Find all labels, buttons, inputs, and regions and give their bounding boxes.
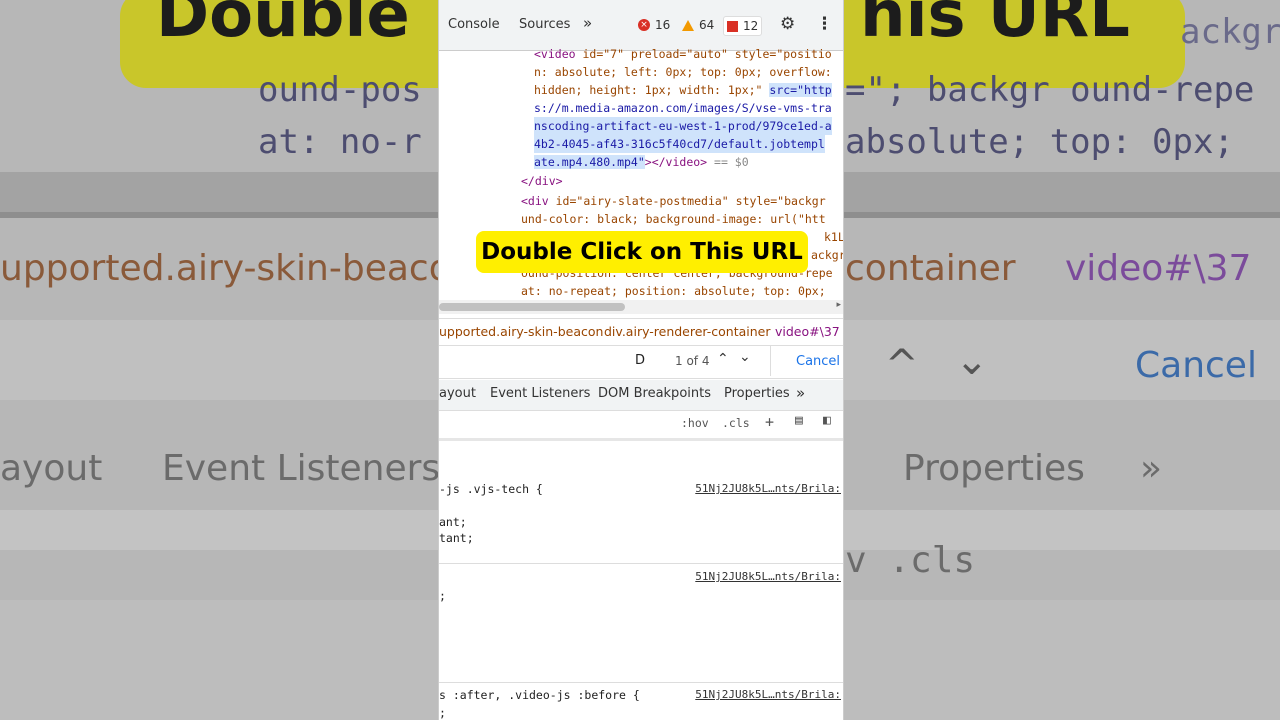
errors-count: 16 xyxy=(655,18,671,32)
dom-line-src-url[interactable]: s://m.media-amazon.com/images/S/vse-vms-… xyxy=(534,99,832,117)
add-rule-icon[interactable]: + xyxy=(765,413,774,431)
dom-line[interactable]: at: no-repeat; position: absolute; top: … xyxy=(521,282,826,300)
settings-gear-icon[interactable]: ⚙ xyxy=(780,14,795,34)
styles-toolbar: :hov .cls + ▤ ◧ xyxy=(439,412,843,436)
background-toolbar: v .cls xyxy=(845,540,976,581)
more-subtabs-icon[interactable]: » xyxy=(796,384,805,402)
tab-console[interactable]: Console xyxy=(448,17,500,32)
dom-line-video-open[interactable]: <video id="7" preload="auto" style="posi… xyxy=(534,45,832,63)
background-breadcrumb: container xyxy=(845,248,1016,289)
subtab-event-listeners[interactable]: Event Listeners xyxy=(490,386,590,401)
errors-badge[interactable]: × 16 xyxy=(635,16,673,34)
class-toggle[interactable]: .cls xyxy=(722,416,750,430)
dom-line-div-open[interactable]: <div id="airy-slate-postmedia" style="ba… xyxy=(521,192,826,210)
subtab-layout[interactable]: ayout xyxy=(439,386,476,401)
background-breadcrumb: video#\37 xyxy=(1065,248,1252,289)
background-banner-left-text: Double xyxy=(156,0,410,52)
issues-count: 12 xyxy=(743,19,759,33)
tab-sources[interactable]: Sources xyxy=(519,17,570,32)
search-result-count: 1 of 4 xyxy=(675,354,710,368)
scrollbar-thumb[interactable] xyxy=(439,303,625,311)
rule-declaration[interactable]: ; xyxy=(439,587,446,605)
search-input[interactable]: D xyxy=(635,353,645,368)
error-icon: × xyxy=(638,19,650,31)
breadcrumb-item[interactable]: upported.airy-skin-beacon xyxy=(439,324,603,339)
background-subtab: Event Listeners xyxy=(162,448,441,489)
rule-declaration[interactable]: ; xyxy=(439,704,446,720)
subtab-properties[interactable]: Properties xyxy=(724,386,790,401)
background-code-line: absolute; top: 0px; xyxy=(845,122,1234,162)
search-bar: D 1 of 4 ⌃ ⌄ Cancel xyxy=(439,346,843,379)
devtools-panel: Console Sources » × 16 64 12 ⚙ ⋮ <video … xyxy=(438,0,844,720)
horizontal-scrollbar[interactable]: ▸ xyxy=(439,300,843,314)
rule-selector[interactable]: -js .vjs-tech { xyxy=(439,480,543,498)
dom-line-src-url[interactable]: nscoding-artifact-eu-west-1-prod/979ce1e… xyxy=(534,117,832,135)
previous-match-icon[interactable]: ⌃ xyxy=(717,351,729,367)
background-banner-right-text: his URL xyxy=(860,0,1130,52)
background-subtab: ayout xyxy=(0,448,103,489)
warnings-count: 64 xyxy=(699,18,715,32)
more-tabs-icon[interactable]: » xyxy=(583,14,592,32)
dom-line-video-close[interactable]: ate.mp4.480.mp4"></video> == $0 xyxy=(534,153,749,171)
warning-icon xyxy=(682,19,694,31)
issues-badge[interactable]: 12 xyxy=(723,16,763,36)
dom-line[interactable]: k1L.S xyxy=(824,228,843,246)
breadcrumb: upported.airy-skin-beacon div.airy-rende… xyxy=(439,318,843,346)
subtab-dom-breakpoints[interactable]: DOM Breakpoints xyxy=(598,386,711,401)
dom-line[interactable]: hidden; height: 1px; width: 1px;" src="h… xyxy=(534,81,832,99)
dom-line-src-url[interactable]: 4b2-4045-af43-316c5f40cd7/default.jobtem… xyxy=(534,135,825,153)
background-breadcrumb: upported.airy-skin-beaco xyxy=(0,248,451,289)
hover-state-toggle[interactable]: :hov xyxy=(681,416,709,430)
paint-brush-icon[interactable]: ▤ xyxy=(795,413,803,428)
more-options-icon[interactable]: ⋮ xyxy=(816,14,833,34)
warnings-badge[interactable]: 64 xyxy=(679,16,717,34)
dom-line[interactable]: und-color: black; background-image: url(… xyxy=(521,210,826,228)
search-cancel-button[interactable]: Cancel xyxy=(796,354,840,369)
background-code-line: ound-pos xyxy=(258,70,422,110)
rule-selector[interactable]: s :after, .video-js :before { xyxy=(439,686,640,704)
background-code-line: ="; backgr ound-repe xyxy=(845,70,1255,110)
dom-line[interactable]: ackgr xyxy=(811,246,843,264)
devtools-tabbar: Console Sources » × 16 64 12 ⚙ ⋮ xyxy=(439,0,843,51)
rule-source-link[interactable]: 51Nj2JU8k5L…nts/Brila: xyxy=(695,688,841,701)
sidebar-toggle-icon[interactable]: ◧ xyxy=(823,413,831,428)
background-code-line: at: no-r xyxy=(258,122,422,162)
breadcrumb-item[interactable]: div.airy-renderer-container xyxy=(604,324,771,339)
rule-source-link[interactable]: 51Nj2JU8k5L…nts/Brila: xyxy=(695,570,841,583)
rule-source-link[interactable]: 51Nj2JU8k5L…nts/Brila: xyxy=(695,482,841,495)
background-cancel: Cancel xyxy=(1135,345,1257,386)
next-match-icon[interactable]: ⌄ xyxy=(739,349,751,365)
dom-line-div-close[interactable]: </div> xyxy=(521,172,563,190)
rule-declaration[interactable]: tant; xyxy=(439,529,474,547)
breadcrumb-item[interactable]: video#\37 xyxy=(775,324,840,339)
background-subtab: Properties xyxy=(903,448,1085,489)
issues-icon xyxy=(727,20,738,32)
dom-line[interactable]: n: absolute; left: 0px; top: 0px; overfl… xyxy=(534,63,832,81)
instruction-caption: Double Click on This URL xyxy=(476,231,808,273)
sidebar-subtabs: ayout Event Listeners DOM Breakpoints Pr… xyxy=(439,380,843,411)
